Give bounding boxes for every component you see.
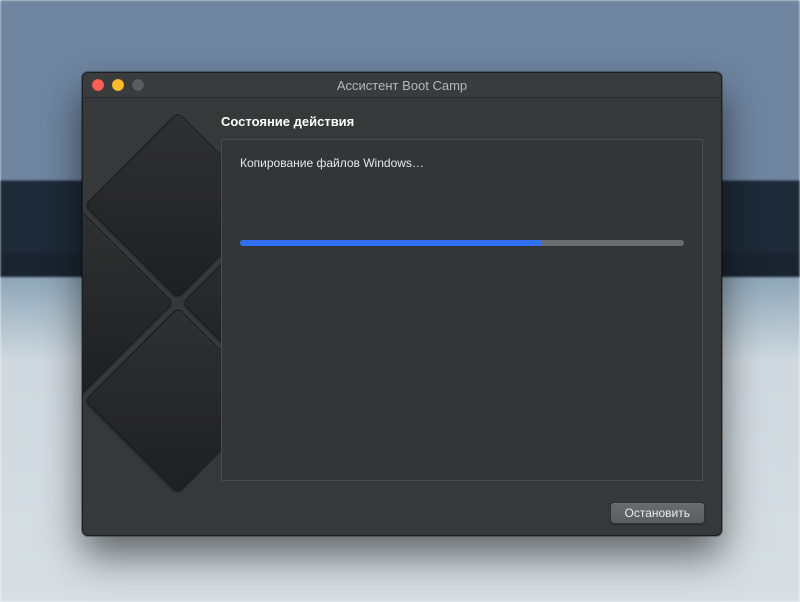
window-controls <box>92 79 144 91</box>
footer: Остановить <box>83 491 721 535</box>
progress-bar <box>240 240 684 246</box>
status-message: Копирование файлов Windows… <box>240 156 684 170</box>
close-icon[interactable] <box>92 79 104 91</box>
zoom-icon <box>132 79 144 91</box>
titlebar: Ассистент Boot Camp <box>83 73 721 98</box>
sidebar <box>83 98 221 491</box>
window-body: Состояние действия Копирование файлов Wi… <box>83 98 721 535</box>
section-heading: Состояние действия <box>221 114 703 129</box>
stop-button[interactable]: Остановить <box>610 502 706 524</box>
content-row: Состояние действия Копирование файлов Wi… <box>83 98 721 491</box>
main-column: Состояние действия Копирование файлов Wi… <box>221 98 721 491</box>
progress-fill <box>240 240 542 246</box>
status-panel: Копирование файлов Windows… <box>221 139 703 481</box>
bootcamp-assistant-window: Ассистент Boot Camp Состояние действия К… <box>82 72 722 536</box>
window-title: Ассистент Boot Camp <box>83 78 721 93</box>
minimize-icon[interactable] <box>112 79 124 91</box>
